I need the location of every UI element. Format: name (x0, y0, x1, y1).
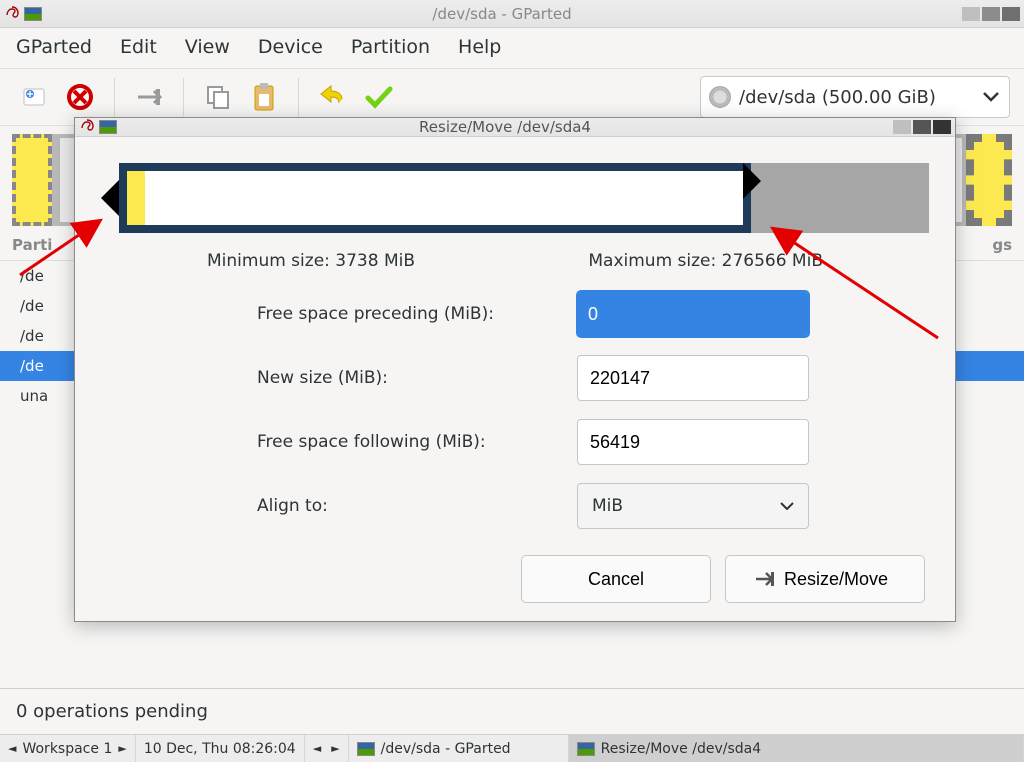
window-maximize-icon[interactable] (913, 120, 931, 134)
col-partition: Parti (12, 236, 52, 254)
task-label: Resize/Move /dev/sda4 (601, 741, 761, 757)
resize-move-dialog: Resize/Move /dev/sda4 Minimum size: 3738… (74, 117, 956, 622)
combo-align[interactable]: MiB (577, 483, 809, 529)
input-following[interactable] (578, 420, 809, 464)
chevron-down-icon (983, 92, 999, 102)
resize-move-icon[interactable] (129, 77, 169, 117)
menu-gparted[interactable]: GParted (16, 36, 92, 58)
clock-label: 10 Dec, Thu 08:26:04 (144, 741, 296, 757)
debian-swirl-icon (79, 119, 95, 135)
max-size-label: Maximum size: 276566 MiB (588, 251, 823, 271)
undo-icon[interactable] (313, 77, 353, 117)
workspace-label: Workspace 1 (22, 741, 112, 757)
resize-visualizer[interactable] (97, 159, 933, 237)
task-resize[interactable]: Resize/Move /dev/sda4 (569, 735, 1024, 762)
label-following: Free space following (MiB): (257, 432, 577, 452)
spin-following[interactable]: − + (577, 419, 809, 465)
spin-preceding[interactable]: − + (577, 291, 809, 337)
menu-help[interactable]: Help (458, 36, 501, 58)
gparted-app-icon (99, 120, 117, 134)
status-text: 0 operations pending (16, 701, 208, 722)
prev-next[interactable]: ◄ ► (305, 735, 349, 762)
apply-icon[interactable] (359, 77, 399, 117)
chevron-down-icon (780, 502, 794, 510)
resize-move-button[interactable]: Resize/Move (725, 555, 925, 603)
delete-partition-icon[interactable] (60, 77, 100, 117)
window-close-icon[interactable] (1002, 7, 1020, 21)
spin-newsize[interactable]: − + (577, 355, 809, 401)
menu-view[interactable]: View (185, 36, 230, 58)
dialog-title: Resize/Move /dev/sda4 (117, 118, 893, 136)
window-minimize-icon[interactable] (893, 120, 911, 134)
gparted-app-icon (577, 742, 595, 756)
chevron-left-icon: ◄ (313, 742, 321, 755)
status-bar: 0 operations pending (0, 688, 1024, 734)
chevron-right-icon: ► (331, 742, 339, 755)
combo-align-value: MiB (592, 496, 623, 516)
device-selector[interactable]: /dev/sda (500.00 GiB) (700, 76, 1010, 118)
label-align: Align to: (257, 496, 577, 516)
window-maximize-icon[interactable] (982, 7, 1000, 21)
disk-icon (709, 86, 731, 108)
menu-device[interactable]: Device (258, 36, 323, 58)
gparted-app-icon (24, 7, 42, 21)
copy-icon[interactable] (198, 77, 238, 117)
debian-swirl-icon (4, 6, 20, 22)
menubar: GParted Edit View Device Partition Help (0, 28, 1024, 68)
main-title: /dev/sda - GParted (42, 5, 962, 23)
menu-partition[interactable]: Partition (351, 36, 430, 58)
label-newsize: New size (MiB): (257, 368, 577, 388)
label-preceding: Free space preceding (MiB): (257, 304, 577, 324)
col-flags: gs (992, 236, 1012, 254)
window-close-icon[interactable] (933, 120, 951, 134)
resize-form: Free space preceding (MiB): − + New size… (97, 275, 933, 529)
chevron-right-icon: ► (118, 742, 126, 755)
input-preceding[interactable] (578, 292, 809, 336)
dialog-titlebar[interactable]: Resize/Move /dev/sda4 (75, 118, 955, 137)
resize-handle-left[interactable] (101, 180, 119, 216)
window-minimize-icon[interactable] (962, 7, 980, 21)
new-partition-icon[interactable] (14, 77, 54, 117)
device-selector-label: /dev/sda (500.00 GiB) (739, 87, 936, 108)
task-label: /dev/sda - GParted (381, 741, 511, 757)
main-titlebar: /dev/sda - GParted (0, 0, 1024, 28)
menu-edit[interactable]: Edit (120, 36, 157, 58)
resize-handle-right[interactable] (743, 163, 761, 199)
chevron-left-icon: ◄ (8, 742, 16, 755)
paste-icon[interactable] (244, 77, 284, 117)
min-size-label: Minimum size: 3738 MiB (207, 251, 415, 271)
cancel-label: Cancel (588, 569, 644, 590)
clock[interactable]: 10 Dec, Thu 08:26:04 (136, 735, 305, 762)
gparted-app-icon (357, 742, 375, 756)
input-newsize[interactable] (578, 356, 809, 400)
taskbar: ◄ Workspace 1 ► 10 Dec, Thu 08:26:04 ◄ ►… (0, 734, 1024, 762)
workspace-switcher[interactable]: ◄ Workspace 1 ► (0, 735, 136, 762)
apply-label: Resize/Move (784, 569, 888, 590)
resize-move-icon (754, 570, 776, 588)
task-gparted[interactable]: /dev/sda - GParted (349, 735, 569, 762)
cancel-button[interactable]: Cancel (521, 555, 711, 603)
